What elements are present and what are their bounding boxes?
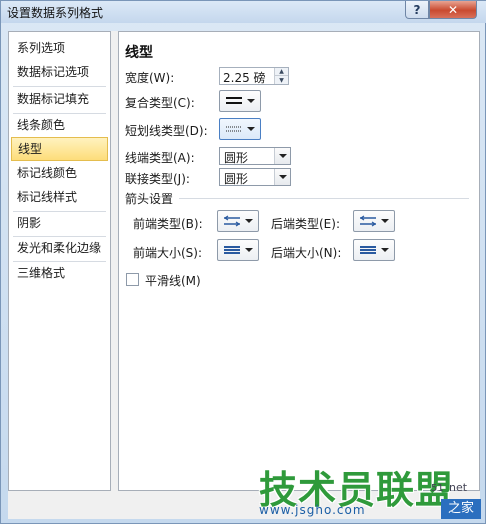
help-icon: ? (413, 2, 421, 17)
arrow-size-icon (224, 246, 240, 254)
chevron-down-icon (381, 248, 389, 252)
nav-item-line-color[interactable]: 线条颜色 (11, 113, 108, 137)
width-label: 宽度(W): (125, 71, 175, 85)
nav-item-series-options[interactable]: 系列选项 (11, 36, 108, 60)
nav-item-shadow[interactable]: 阴影 (11, 211, 108, 235)
chevron-down-icon (274, 148, 290, 164)
arrow-settings-heading: 箭头设置 (125, 192, 174, 206)
settings-panel: 线型 宽度(W): 2.25 磅 ▲ ▼ 复合类型(C): 短划线类型(D): (118, 31, 480, 491)
close-icon: ✕ (447, 2, 459, 17)
watermark-badge: 之家 (441, 499, 481, 519)
begin-size-dropdown[interactable] (217, 239, 259, 261)
category-list: 系列选项 数据标记选项 数据标记填充 线条颜色 线型 标记线颜色 标记线样式 阴… (8, 31, 111, 491)
begin-size-label: 前端大小(S): (133, 246, 203, 260)
chevron-down-icon (245, 219, 253, 223)
width-spinner[interactable]: 2.25 磅 ▲ ▼ (219, 67, 289, 85)
close-button[interactable]: ✕ (429, 1, 477, 19)
dash-type-label: 短划线类型(D): (125, 124, 208, 138)
chevron-down-icon (245, 248, 253, 252)
join-type-label: 联接类型(J): (125, 172, 190, 186)
compound-type-label: 复合类型(C): (125, 96, 195, 110)
chevron-down-icon (247, 127, 255, 131)
nav-item-marker-line-style[interactable]: 标记线样式 (11, 185, 108, 209)
spin-up-icon[interactable]: ▲ (275, 68, 288, 76)
panel-title: 线型 (125, 45, 153, 61)
arrow-type-icon (223, 215, 241, 227)
dialog-window: 设置数据系列格式 ? ✕ 系列选项 数据标记选项 数据标记填充 线条颜色 线型 … (0, 0, 486, 524)
chevron-down-icon (247, 99, 255, 103)
begin-type-dropdown[interactable] (217, 210, 259, 232)
cap-type-value: 圆形 (224, 151, 249, 165)
width-value: 2.25 磅 (223, 71, 266, 85)
cap-type-label: 线端类型(A): (125, 151, 195, 165)
nav-item-marker-line-color[interactable]: 标记线颜色 (11, 161, 108, 185)
spinner-buttons: ▲ ▼ (274, 68, 288, 84)
join-type-select[interactable]: 圆形 (219, 168, 291, 186)
nav-item-line-style[interactable]: 线型 (11, 137, 108, 161)
end-type-label: 后端类型(E): (271, 217, 340, 231)
smooth-line-checkbox[interactable] (126, 273, 139, 286)
compound-line-icon (226, 97, 242, 104)
nav-item-3d-format[interactable]: 三维格式 (11, 261, 108, 285)
title-bar: 设置数据系列格式 ? ✕ (1, 1, 486, 23)
smooth-line-label[interactable]: 平滑线(M) (145, 272, 201, 289)
section-divider (179, 198, 469, 199)
end-size-label: 后端大小(N): (271, 246, 342, 260)
end-size-dropdown[interactable] (353, 239, 395, 261)
help-button[interactable]: ? (405, 1, 429, 19)
watermark-net: net (449, 481, 468, 494)
begin-type-label: 前端类型(B): (133, 217, 203, 231)
end-type-dropdown[interactable] (353, 210, 395, 232)
spin-down-icon[interactable]: ▼ (275, 76, 288, 84)
cap-type-select[interactable]: 圆形 (219, 147, 291, 165)
watermark-number: 51 (431, 483, 444, 494)
dialog-body: 系列选项 数据标记选项 数据标记填充 线条颜色 线型 标记线颜色 标记线样式 阴… (8, 31, 480, 519)
chevron-down-icon (274, 169, 290, 185)
dash-type-dropdown[interactable] (219, 118, 261, 140)
watermark-url: www.jsgho.com (259, 503, 366, 517)
chevron-down-icon (381, 219, 389, 223)
arrow-type-icon (359, 215, 377, 227)
nav-item-marker-fill[interactable]: 数据标记填充 (11, 87, 108, 111)
nav-item-glow[interactable]: 发光和柔化边缘 (11, 236, 108, 260)
nav-item-marker-options[interactable]: 数据标记选项 (11, 60, 108, 84)
join-type-value: 圆形 (224, 172, 249, 186)
arrow-size-icon (360, 246, 376, 254)
window-title: 设置数据系列格式 (7, 6, 104, 20)
compound-type-dropdown[interactable] (219, 90, 261, 112)
dash-type-icon (226, 126, 242, 132)
